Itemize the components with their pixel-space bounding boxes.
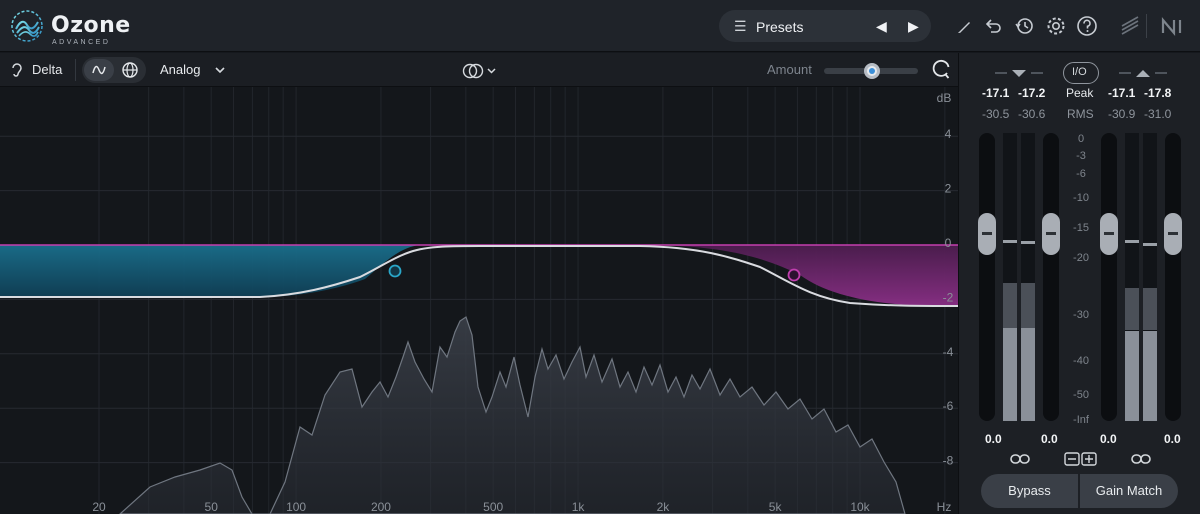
io-meter-panel: I/O -17.1 -17.2 Peak -17.1 -17.8 -30.5 -… <box>958 53 1200 514</box>
db-unit-label: dB <box>937 91 952 105</box>
hz-unit-label: Hz <box>937 500 952 514</box>
freq-tick-label: 200 <box>371 500 391 514</box>
freq-tick-label: 10k <box>850 500 870 514</box>
gain-match-button[interactable]: Gain Match <box>1080 474 1178 508</box>
input-collapse-icon[interactable] <box>995 67 1043 79</box>
input-peak-left: -17.1 <box>982 86 1010 100</box>
presets-button[interactable]: Presets <box>756 19 803 35</box>
module-toolbar: Delta Analog Amount <box>0 53 958 87</box>
meter-scale-label: -20 <box>1073 252 1089 264</box>
rms-label: RMS <box>1067 107 1094 121</box>
io-toggle[interactable]: I/O <box>1063 62 1099 84</box>
meter-scale-label: -30 <box>1073 309 1089 321</box>
db-tick-label: -4 <box>943 345 954 359</box>
learn-icon[interactable] <box>930 58 952 80</box>
input-gain-left-slider[interactable] <box>978 133 996 421</box>
input-peak-right: -17.2 <box>1018 86 1046 100</box>
output-peak-right: -17.8 <box>1144 86 1172 100</box>
meter-scale-label: -6 <box>1076 168 1086 180</box>
undo-icon[interactable] <box>982 15 1004 37</box>
freq-tick-label: 2k <box>657 500 671 514</box>
freq-tick-label: 500 <box>483 500 503 514</box>
mid-side-icon[interactable] <box>1064 451 1098 467</box>
meter-scale-label: -3 <box>1076 150 1086 162</box>
prev-preset-button[interactable]: ◀ <box>876 18 887 35</box>
top-bar: Ozone ADVANCED ☰ Presets ◀ ▶ <box>0 0 1200 52</box>
output-meter-left <box>1125 133 1139 421</box>
input-meter-left <box>1003 133 1017 421</box>
io-toggle-label: I/O <box>1072 66 1087 78</box>
stereo-mode-icon[interactable] <box>461 61 501 81</box>
mode-dropdown[interactable]: Analog <box>160 62 200 77</box>
bypass-button[interactable]: Bypass <box>981 474 1078 508</box>
db-tick-label: 4 <box>945 127 952 141</box>
input-gain-left-value[interactable]: 0.0 <box>985 432 1002 446</box>
db-tick-label: -2 <box>943 290 954 304</box>
output-gain-left-value[interactable]: 0.0 <box>1100 432 1117 446</box>
settings-icon[interactable] <box>1045 15 1067 37</box>
freq-tick-label: 5k <box>769 500 783 514</box>
amount-label: Amount <box>767 62 812 77</box>
output-gain-left-slider[interactable] <box>1100 133 1118 421</box>
output-gain-right-value[interactable]: 0.0 <box>1164 432 1181 446</box>
delta-button[interactable]: Delta <box>32 62 62 77</box>
input-rms-left: -30.5 <box>982 107 1010 121</box>
meter-scale-label: -40 <box>1073 355 1089 367</box>
pencil-icon[interactable] <box>954 15 976 37</box>
meter-scale-label: 0 <box>1077 133 1085 145</box>
output-meter-right <box>1143 133 1157 421</box>
next-preset-button[interactable]: ▶ <box>908 18 919 35</box>
output-gain-right-handle[interactable] <box>1164 213 1182 255</box>
output-collapse-icon[interactable] <box>1119 67 1167 79</box>
signal-chain-icon[interactable] <box>1119 15 1141 37</box>
meter-scale-label: -Inf <box>1073 414 1089 426</box>
freq-tick-label: 50 <box>205 500 219 514</box>
output-rms-left: -30.9 <box>1108 107 1136 121</box>
ozone-logo: Ozone ADVANCED <box>10 8 130 46</box>
view-mode-toggle[interactable] <box>82 57 146 83</box>
input-rms-right: -30.6 <box>1018 107 1046 121</box>
eq-display[interactable]: dB420-2-4-6-8 20 50 100 200 500 1k 2k 5k 10k Hz <box>0 87 958 514</box>
db-tick-label: -6 <box>943 399 954 413</box>
app-edition: ADVANCED <box>52 39 111 46</box>
output-gain-left-handle[interactable] <box>1100 213 1118 255</box>
meter-scale-label: -50 <box>1073 389 1089 401</box>
divider <box>1146 14 1147 38</box>
amount-slider-handle[interactable] <box>864 63 880 79</box>
db-tick-label: 2 <box>945 182 952 196</box>
input-gain-right-handle[interactable] <box>1042 213 1060 255</box>
chevron-down-icon[interactable] <box>214 60 226 80</box>
ear-icon[interactable] <box>10 61 24 79</box>
ni-logo-icon <box>1161 16 1182 37</box>
input-gain-left-handle[interactable] <box>978 213 996 255</box>
high-shelf-node[interactable] <box>787 268 801 282</box>
output-rms-right: -31.0 <box>1144 107 1172 121</box>
list-icon: ☰ <box>734 18 747 34</box>
ozone-logo-icon <box>11 10 43 42</box>
db-tick-label: -8 <box>943 454 954 468</box>
freq-tick-label: 100 <box>286 500 306 514</box>
input-meter-right <box>1021 133 1035 421</box>
input-gain-right-value[interactable]: 0.0 <box>1041 432 1058 446</box>
globe-icon[interactable] <box>119 59 141 81</box>
output-peak-left: -17.1 <box>1108 86 1136 100</box>
app-name: Ozone <box>51 13 131 38</box>
db-tick-label: 0 <box>945 236 952 250</box>
input-link-icon[interactable] <box>1009 452 1031 466</box>
peak-label: Peak <box>1066 86 1094 100</box>
low-shelf-node[interactable] <box>388 264 402 278</box>
output-gain-right-slider[interactable] <box>1164 133 1182 421</box>
presets-control[interactable]: ☰ Presets ◀ ▶ <box>719 10 931 42</box>
freq-tick-label: 20 <box>92 500 106 514</box>
input-gain-right-slider[interactable] <box>1042 133 1060 421</box>
wave-icon <box>92 65 106 75</box>
curve-mode-button[interactable] <box>84 59 114 81</box>
output-link-icon[interactable] <box>1130 452 1152 466</box>
divider <box>75 59 76 81</box>
freq-tick-label: 1k <box>572 500 586 514</box>
meter-scale-label: -15 <box>1073 222 1089 234</box>
help-icon[interactable] <box>1076 15 1098 37</box>
history-icon[interactable] <box>1013 15 1035 37</box>
meter-scale-label: -10 <box>1073 192 1089 204</box>
